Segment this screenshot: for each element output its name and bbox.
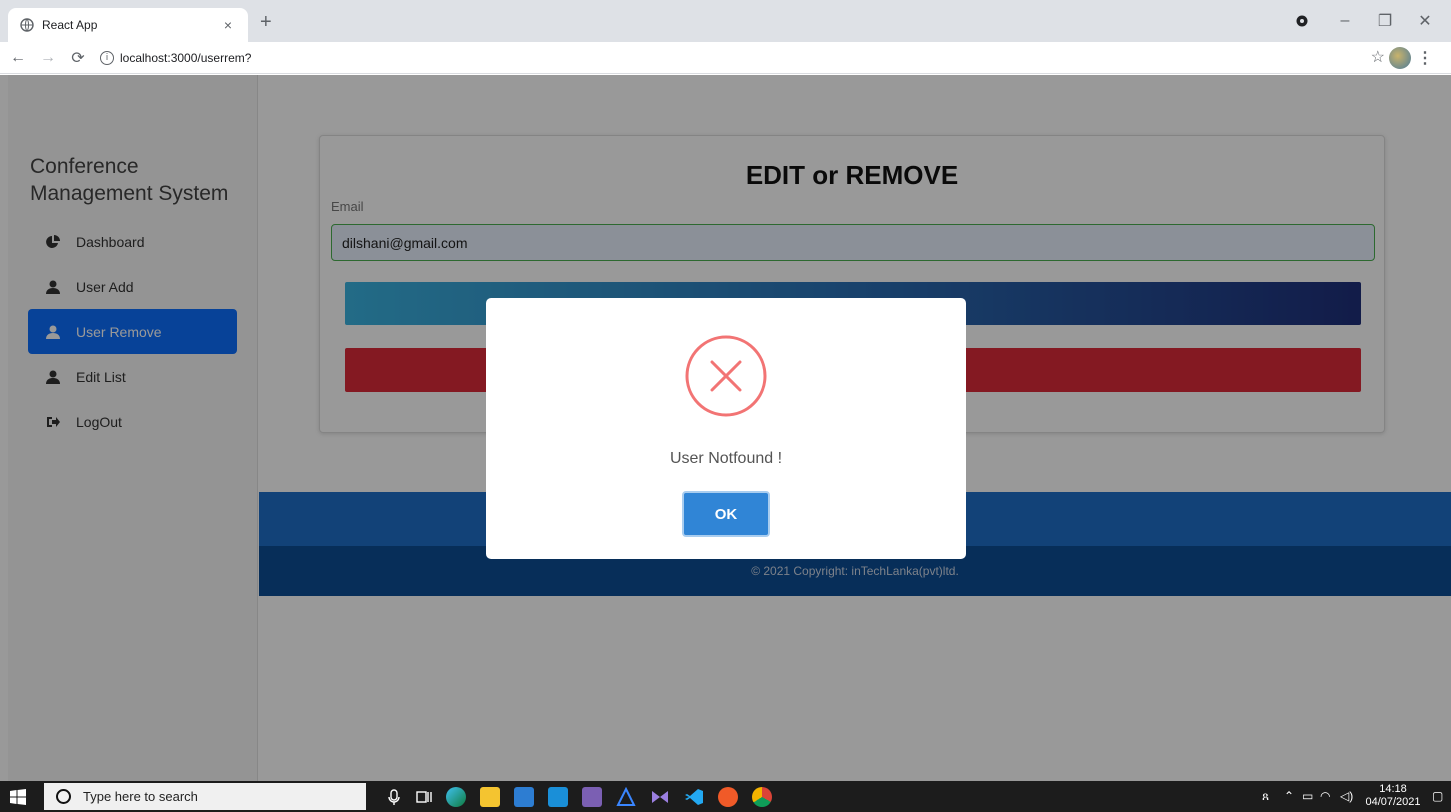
close-window-button[interactable]: ✕: [1410, 0, 1440, 42]
profile-indicator-icon[interactable]: [1290, 0, 1314, 42]
mail-icon[interactable]: [548, 787, 568, 807]
info-icon[interactable]: i: [100, 50, 114, 65]
ok-button[interactable]: OK: [682, 491, 770, 537]
people-icon[interactable]: ጸ: [1262, 789, 1269, 804]
minimize-button[interactable]: –: [1330, 0, 1360, 42]
vscode-icon[interactable]: [684, 787, 704, 807]
tab-title: React App: [42, 18, 98, 32]
taskbar-search-placeholder: Type here to search: [83, 789, 198, 804]
clock[interactable]: 14:18 04/07/2021: [1363, 783, 1423, 809]
kebab-menu-icon[interactable]: ⋮: [1417, 48, 1433, 68]
bookmark-star-icon[interactable]: ☆: [1371, 47, 1385, 67]
reload-icon[interactable]: ⟳: [66, 48, 90, 68]
store-icon[interactable]: [514, 787, 534, 807]
browser-tab[interactable]: React App ×: [8, 8, 248, 42]
tab-close-icon[interactable]: ×: [220, 17, 236, 33]
url-text: localhost:3000/userrem?: [120, 50, 252, 65]
alert-message: User Notfound !: [669, 450, 783, 467]
alert-dialog: User Notfound ! OK: [486, 298, 966, 559]
file-explorer-icon[interactable]: [480, 787, 500, 807]
address-bar-row: ← → ⟳ i localhost:3000/userrem?: [0, 42, 1451, 74]
chrome-icon[interactable]: [752, 787, 772, 807]
error-x-icon: [684, 334, 768, 418]
new-tab-button[interactable]: +: [260, 12, 272, 32]
wifi-icon[interactable]: ◠: [1320, 789, 1330, 803]
browser-tab-bar: React App × + – ❐ ✕: [0, 0, 1451, 42]
taskbar-search[interactable]: Type here to search: [44, 783, 366, 810]
globe-icon: [20, 18, 34, 32]
notification-icon[interactable]: ▢: [1432, 789, 1443, 803]
cortana-icon: [56, 789, 71, 804]
taskbar: Type here to search ጸ ⌃ ▭ ◠ ◁) 14:18 04/…: [0, 781, 1451, 812]
avatar[interactable]: [1389, 47, 1411, 69]
task-view-icon[interactable]: [414, 787, 434, 807]
microphone-icon[interactable]: [384, 787, 404, 807]
bowtie-app-icon[interactable]: [650, 787, 670, 807]
windows-start-icon[interactable]: [10, 789, 26, 805]
postman-icon[interactable]: [718, 787, 738, 807]
app-icon[interactable]: [582, 787, 602, 807]
arrow-app-icon[interactable]: [616, 786, 636, 807]
url-field[interactable]: i localhost:3000/userrem?: [100, 50, 252, 65]
back-arrow-icon[interactable]: ←: [6, 49, 30, 67]
maximize-button[interactable]: ❐: [1370, 0, 1400, 42]
edge-icon[interactable]: [446, 787, 466, 807]
chevron-up-icon[interactable]: ⌃: [1284, 789, 1294, 803]
volume-icon[interactable]: ◁): [1340, 789, 1353, 803]
forward-arrow-icon[interactable]: →: [36, 49, 60, 67]
battery-icon[interactable]: ▭: [1302, 789, 1313, 803]
